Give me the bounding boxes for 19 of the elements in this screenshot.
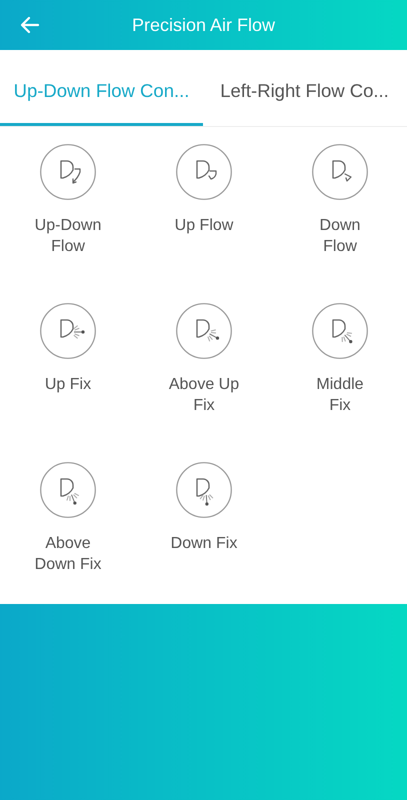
mode-label: Up-Down Flow xyxy=(34,216,102,257)
swing-airflow-icon[interactable] xyxy=(40,144,96,200)
mode-label: Above Down Fix xyxy=(34,534,102,575)
back-icon[interactable] xyxy=(20,15,40,35)
page-title: Precision Air Flow xyxy=(132,14,276,36)
swing-airflow-icon[interactable] xyxy=(312,144,368,200)
fixed-airflow-icon[interactable] xyxy=(40,462,96,518)
mode-label: Down Fix xyxy=(170,534,238,554)
mode-label: Middle Fix xyxy=(316,375,364,416)
fixed-airflow-icon[interactable] xyxy=(40,303,96,359)
mode-label: Up Flow xyxy=(174,216,234,236)
mode-label: Down Flow xyxy=(320,216,360,257)
tab[interactable]: Left-Right Flow Co... xyxy=(203,54,406,126)
mode-label: Up Fix xyxy=(44,375,92,395)
mode-label: Above Up Fix xyxy=(168,375,240,416)
swing-airflow-icon[interactable] xyxy=(176,144,232,200)
fixed-airflow-icon[interactable] xyxy=(176,303,232,359)
fixed-airflow-icon[interactable] xyxy=(312,303,368,359)
fixed-airflow-icon[interactable] xyxy=(176,462,232,518)
